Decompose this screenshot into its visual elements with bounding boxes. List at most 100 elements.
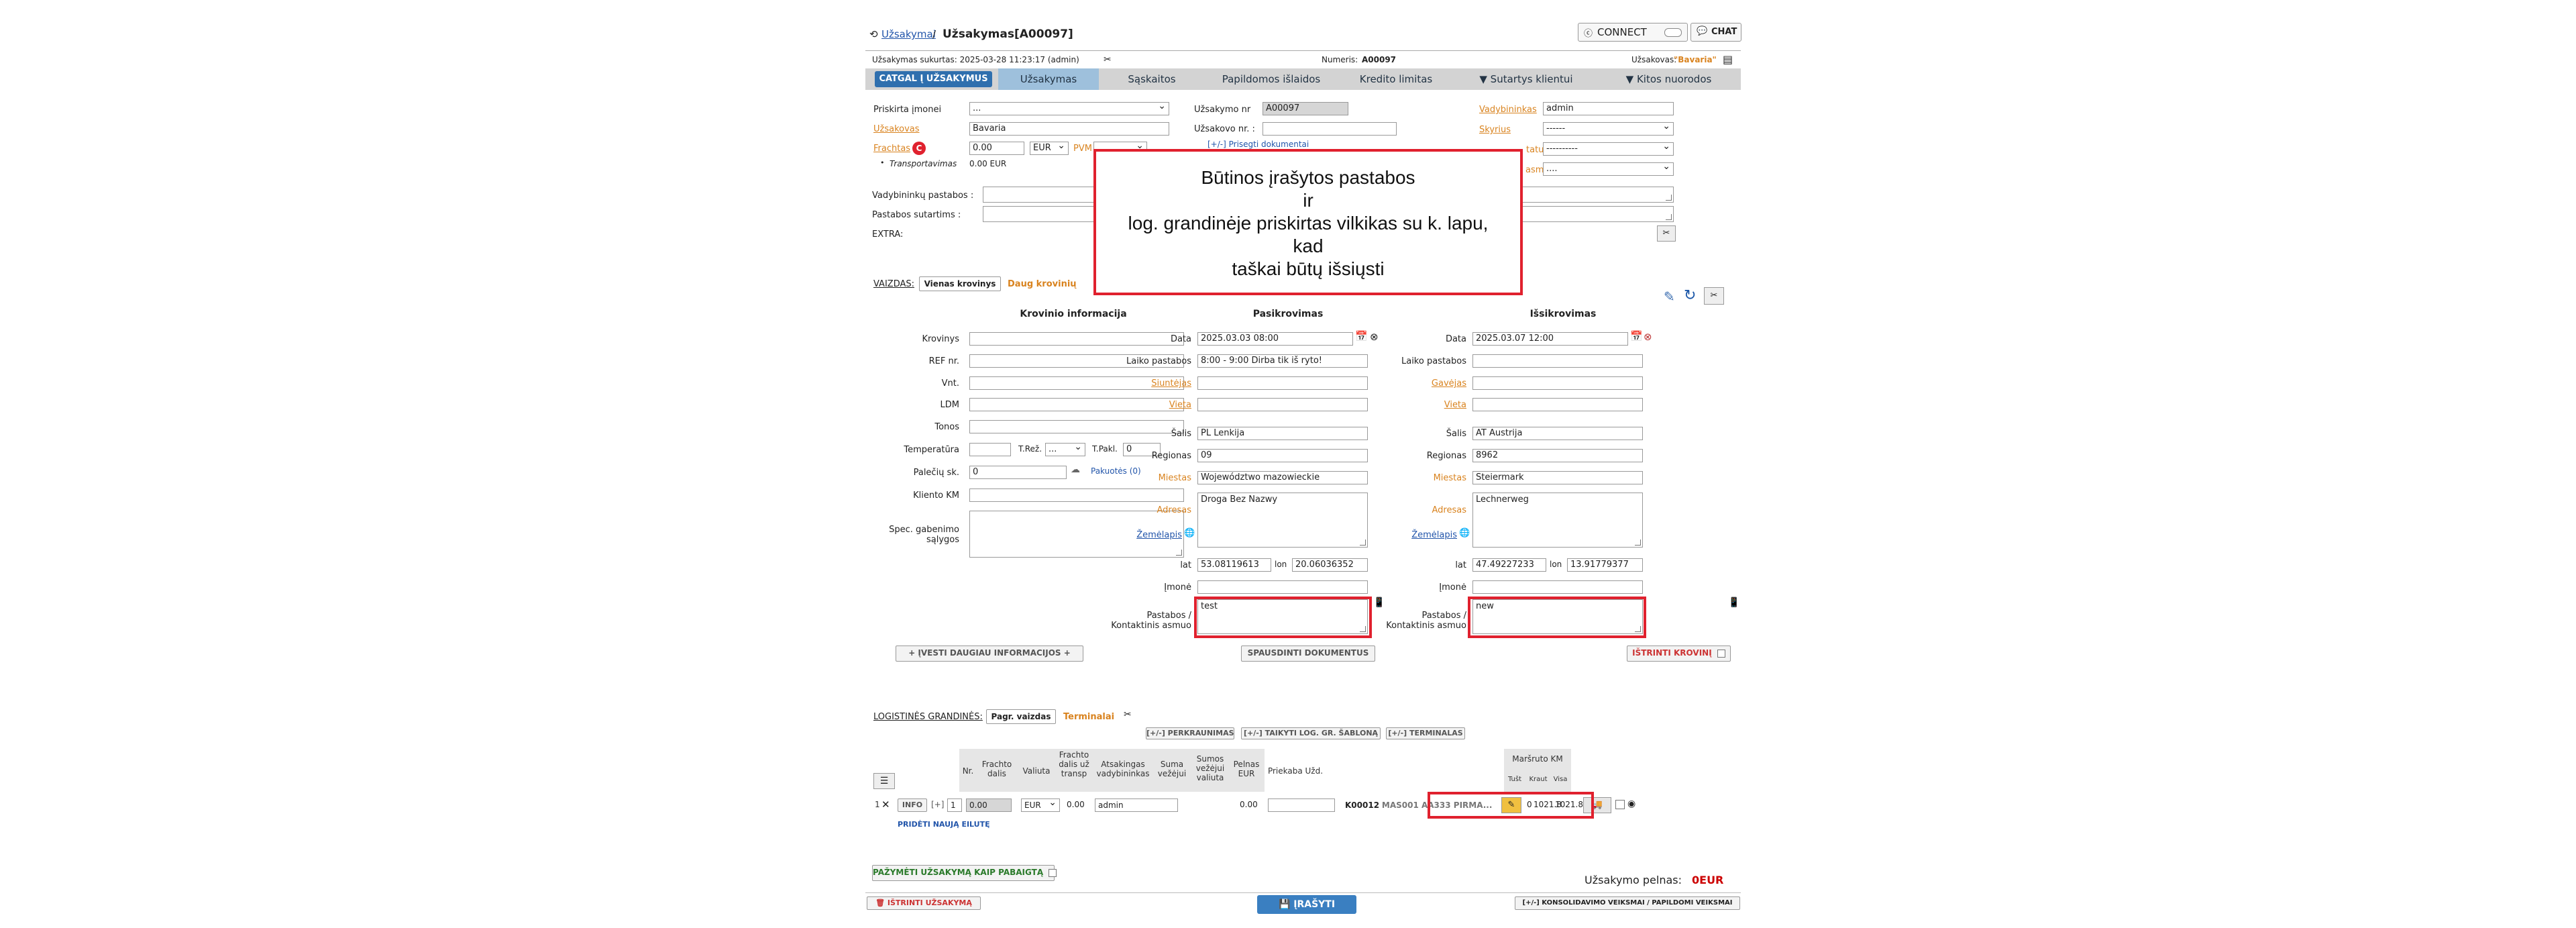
tab-credit-limit[interactable]: Kredito limitas <box>1338 68 1454 90</box>
loading-place-label[interactable]: Vieta <box>1120 400 1191 410</box>
loading-region-input[interactable]: 09 <box>1197 449 1368 462</box>
row-expand-button[interactable]: [+] <box>931 800 944 809</box>
loading-place-input[interactable] <box>1197 398 1368 411</box>
row-trailer-input[interactable] <box>1268 798 1335 812</box>
freight-currency-select[interactable]: EUR <box>1030 142 1069 155</box>
loading-company-input[interactable] <box>1197 580 1368 594</box>
row-currency-select[interactable]: EUR <box>1021 798 1060 812</box>
loading-time-notes-input[interactable]: 8:00 - 9:00 Dirba tik iš ryto! <box>1197 354 1368 368</box>
unloading-globe-icon[interactable]: 🌐 <box>1459 528 1470 538</box>
main-view-button[interactable]: Pagr. vaizdas <box>986 709 1056 724</box>
unloading-country-input[interactable]: AT Austrija <box>1472 427 1643 440</box>
mark-done-checkbox[interactable] <box>1049 868 1057 877</box>
unloading-place-input[interactable] <box>1472 398 1643 411</box>
unloading-time-notes-input[interactable] <box>1472 354 1643 368</box>
add-row-link[interactable]: PRIDĖTI NAUJĄ EILUTĘ <box>898 820 990 829</box>
unloading-city-input[interactable]: Steiermark <box>1472 471 1643 484</box>
extra-tools-icon[interactable]: ✂ <box>1657 225 1676 242</box>
breadcrumb-link[interactable]: Užsakymai <box>881 28 936 40</box>
row-checkbox[interactable] <box>1615 800 1625 809</box>
row-nr-input[interactable]: 1 <box>947 798 962 812</box>
pallets-input[interactable]: 0 <box>969 466 1067 479</box>
loading-lon-input[interactable]: 20.06036352 <box>1292 558 1368 572</box>
terminals-link[interactable]: Terminalai <box>1063 712 1114 722</box>
logistics-tools-icon[interactable]: ✂ <box>1124 709 1132 720</box>
tools-icon[interactable]: ✂ <box>1104 54 1112 65</box>
department-label[interactable]: Skyrius <box>1479 125 1511 135</box>
row-view-icon[interactable]: ◉ <box>1627 798 1635 809</box>
refresh-icon[interactable]: ↻ <box>1684 287 1696 304</box>
freight-label[interactable]: Frachtas <box>873 144 910 154</box>
unloading-region-input[interactable]: 8962 <box>1472 449 1643 462</box>
delete-cargo-checkbox[interactable] <box>1717 649 1725 658</box>
connect-toggle[interactable] <box>1664 28 1682 37</box>
loading-map-link[interactable]: Žemėlapis <box>1120 530 1182 540</box>
card-icon[interactable]: ▤ <box>1723 53 1733 66</box>
client-form-label[interactable]: Užsakovas <box>873 124 920 134</box>
client-input[interactable]: Bavaria <box>969 122 1169 136</box>
company-select[interactable]: ... <box>969 102 1169 115</box>
row-manager-input[interactable]: admin <box>1095 798 1178 812</box>
unloading-date-input[interactable]: 2025.03.07 12:00 <box>1472 332 1628 346</box>
tools-button-icon[interactable]: ✂ <box>1704 287 1724 305</box>
unloading-company-input[interactable] <box>1472 580 1643 594</box>
mark-done-button[interactable]: PAŽYMĖTI UŽSAKYMĄ KAIP PABAIGTĄ <box>872 865 1057 881</box>
terminal-button[interactable]: [+/-] TERMINALAS <box>1386 727 1465 739</box>
unloading-clear-icon[interactable]: ⊗ <box>1644 331 1652 343</box>
unloading-calendar-icon[interactable]: 📅 <box>1630 330 1643 342</box>
client-km-input[interactable] <box>969 488 1184 502</box>
temp-mode-select[interactable]: ... <box>1045 443 1085 456</box>
unloading-address-textarea[interactable]: Lechnerweg <box>1472 493 1643 548</box>
loading-address-textarea[interactable]: Droga Bez Nazwy <box>1197 493 1368 548</box>
department-select[interactable]: ------ <box>1543 122 1674 136</box>
sender-label[interactable]: Siuntėjas <box>1120 378 1191 389</box>
loading-city-input[interactable]: Województwo mazowieckie <box>1197 471 1368 484</box>
unloading-lon-input[interactable]: 13.91779377 <box>1567 558 1643 572</box>
delete-order-button[interactable]: 🗑 IŠTRINTI UŽSAKYMĄ <box>867 896 981 910</box>
receiver-label[interactable]: Gavėjas <box>1395 378 1466 389</box>
loading-calendar-icon[interactable]: 📅 <box>1355 330 1368 342</box>
multi-cargo-link[interactable]: Daug krovinių <box>1008 279 1077 289</box>
receiver-input[interactable] <box>1472 376 1643 390</box>
contact-select[interactable]: .... <box>1543 162 1674 176</box>
loading-phone-icon[interactable]: 📱 <box>1373 597 1385 608</box>
row-info-button[interactable]: INFO <box>898 798 927 812</box>
loading-globe-icon[interactable]: 🌐 <box>1184 528 1195 538</box>
save-button[interactable]: 💾 ĮRAŠYTI <box>1257 895 1356 914</box>
pin-icon[interactable]: ✎ <box>1664 289 1675 305</box>
loading-date-input[interactable]: 2025.03.03 08:00 <box>1197 332 1353 346</box>
attach-docs-link[interactable]: [+/-] Prisegti dokumentai <box>1208 140 1309 149</box>
unloading-map-link[interactable]: Žemėlapis <box>1395 530 1457 540</box>
tab-order[interactable]: Užsakymas <box>998 68 1099 90</box>
delete-cargo-button[interactable]: IŠTRINTI KROVINĮ <box>1627 646 1731 662</box>
status-select[interactable]: ---------- <box>1543 142 1674 156</box>
print-documents-button[interactable]: SPAUSDINTI DOKUMENTUS <box>1241 646 1375 662</box>
sender-input[interactable] <box>1197 376 1368 390</box>
unloading-phone-icon[interactable]: 📱 <box>1728 597 1739 608</box>
tab-contracts[interactable]: ▼ Sutartys klientui <box>1456 68 1597 90</box>
unloading-lat-input[interactable]: 47.49227233 <box>1472 558 1546 572</box>
menu-icon[interactable]: ☰ <box>873 773 895 789</box>
unloading-place-label[interactable]: Vieta <box>1395 400 1466 410</box>
client-order-input[interactable] <box>1263 122 1397 136</box>
row-freight-input[interactable]: 0.00 <box>966 798 1012 812</box>
tab-invoices[interactable]: Sąskaitos <box>1102 68 1202 90</box>
single-cargo-button[interactable]: Vienas krovinys <box>919 276 1001 291</box>
chat-button[interactable]: 💬 CHAT <box>1690 23 1741 42</box>
freight-badge[interactable]: C <box>912 142 926 155</box>
manager-label[interactable]: Vadybininkas <box>1479 105 1537 115</box>
tab-extra-costs[interactable]: Papildomos išlaidos <box>1204 68 1338 90</box>
transshipment-button[interactable]: [+/-] PERKRAUNIMAS <box>1146 727 1234 739</box>
back-icon[interactable]: ⟲ <box>869 28 878 40</box>
row-delete-icon[interactable]: ✕ <box>881 798 890 811</box>
more-info-button[interactable]: + ĮVESTI DAUGIAU INFORMACIJOS + <box>896 646 1083 662</box>
freight-input[interactable]: 0.00 <box>969 142 1024 155</box>
loading-country-input[interactable]: PL Lenkija <box>1197 427 1368 440</box>
connect-button[interactable]: ⓒ CONNECT <box>1578 23 1688 42</box>
tab-other-links[interactable]: ▼ Kitos nuorodos <box>1600 68 1737 90</box>
temperature-input[interactable] <box>969 443 1011 456</box>
catgal-button[interactable]: CATGAL Į UŽSAKYMUS <box>875 71 992 87</box>
loading-clear-icon[interactable]: ⊗ <box>1370 331 1379 343</box>
apply-template-button[interactable]: [+/-] TAIKYTI LOG. GR. ŠABLONĄ <box>1241 727 1381 739</box>
consolidate-button[interactable]: [+/-] KONSOLIDAVIMO VEIKSMAI / PAPILDOMI… <box>1515 896 1740 910</box>
